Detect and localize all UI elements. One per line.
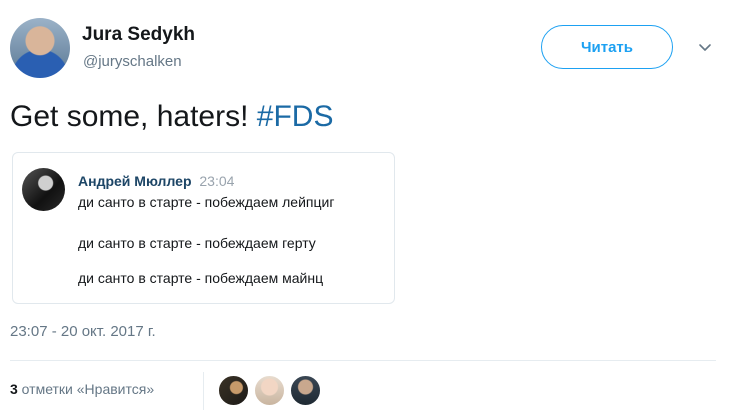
tweet-timestamp[interactable]: 23:07 - 20 окт. 2017 г. xyxy=(10,323,156,340)
chevron-down-icon[interactable] xyxy=(697,40,713,56)
tweet-text: Get some, haters! #FDS xyxy=(10,100,333,134)
quoted-line: ди санто в старте - побеждаем майнц xyxy=(78,270,324,286)
liker-avatar[interactable] xyxy=(254,375,285,406)
quoted-tweet[interactable]: Андрей Мюллер 23:04 ди санто в старте - … xyxy=(12,152,395,304)
liker-avatar[interactable] xyxy=(218,375,249,406)
author-name[interactable]: Jura Sedykh xyxy=(82,24,195,46)
quoted-header: Андрей Мюллер 23:04 xyxy=(78,173,234,189)
author-avatar[interactable] xyxy=(10,18,70,78)
quoted-author-name[interactable]: Андрей Мюллер xyxy=(78,173,192,189)
quoted-time: 23:04 xyxy=(199,173,235,189)
author-handle[interactable]: @juryschalken xyxy=(83,53,182,70)
tweet-body: Get some, haters! xyxy=(10,100,257,133)
follow-button[interactable]: Читать xyxy=(541,25,673,69)
likes-label: отметки «Нравится» xyxy=(17,381,155,397)
likes-stat[interactable]: 3 отметки «Нравится» xyxy=(10,381,154,397)
likes-count: 3 xyxy=(10,381,18,397)
hashtag-link[interactable]: #FDS xyxy=(257,100,334,133)
stats-divider xyxy=(203,372,204,410)
quoted-line: ди санто в старте - побеждаем лейпциг xyxy=(78,194,335,210)
liker-avatar[interactable] xyxy=(290,375,321,406)
quoted-author-avatar[interactable] xyxy=(22,168,65,211)
quoted-line: ди санто в старте - побеждаем герту xyxy=(78,235,316,251)
divider xyxy=(10,360,716,361)
